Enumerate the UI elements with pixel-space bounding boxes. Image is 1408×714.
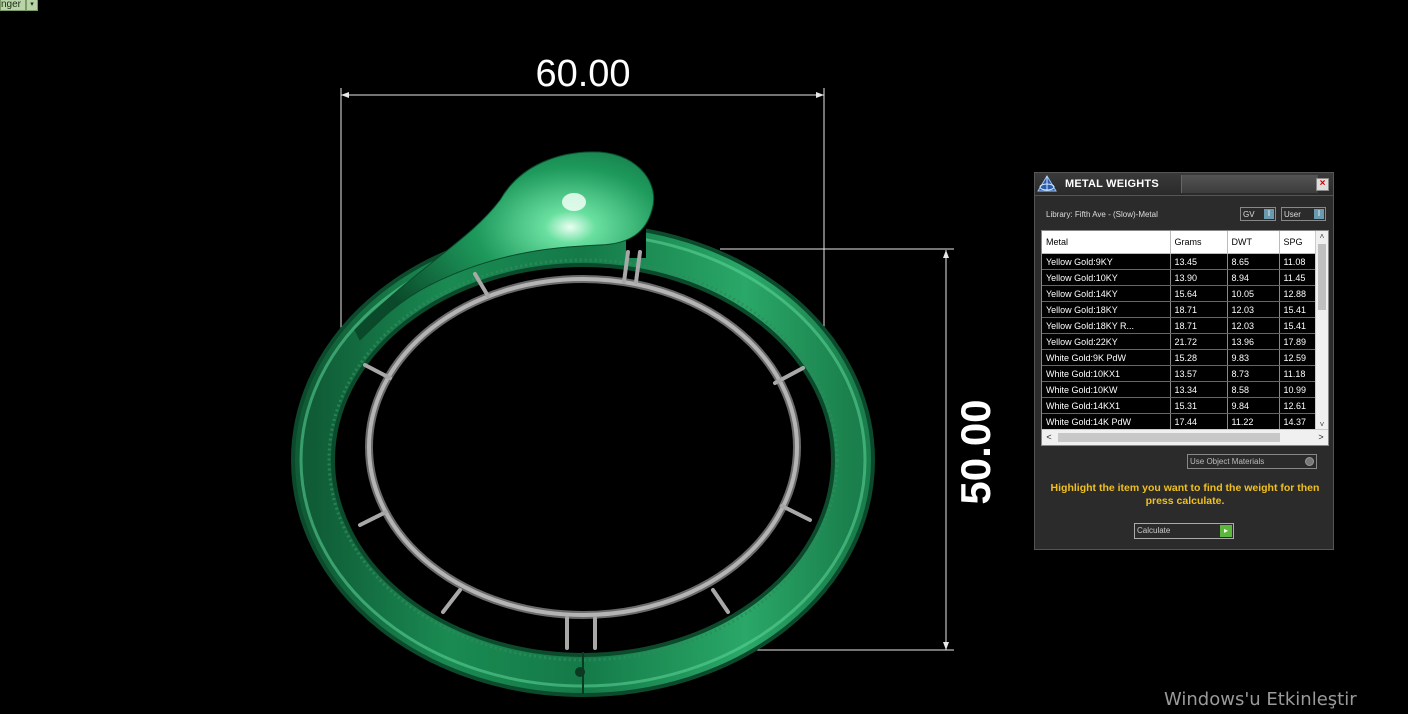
cell-metal: White Gold:10KX1 bbox=[1042, 365, 1171, 382]
cell-grams: 17.44 bbox=[1170, 413, 1228, 430]
gv-toggle-indicator: I bbox=[1264, 209, 1274, 219]
table-row[interactable]: White Gold:14KX1 15.31 9.84 12.61 bbox=[1042, 397, 1328, 414]
instruction-text: Highlight the item you want to find the … bbox=[1050, 482, 1320, 507]
close-icon[interactable]: × bbox=[1316, 178, 1329, 191]
scroll-left-icon[interactable]: < bbox=[1042, 430, 1056, 445]
table-row[interactable]: Yellow Gold:10KY 13.90 8.94 11.45 bbox=[1042, 269, 1328, 286]
cell-grams: 13.57 bbox=[1170, 365, 1228, 382]
calculate-label: Calculate bbox=[1137, 526, 1171, 535]
table-row[interactable]: White Gold:14K PdW 17.44 11.22 14.37 bbox=[1042, 413, 1328, 430]
cell-metal: Yellow Gold:18KY R... bbox=[1042, 317, 1171, 334]
library-label: Library: Fifth Ave - (Slow)-Metal bbox=[1046, 210, 1158, 219]
cell-metal: Yellow Gold:10KY bbox=[1042, 269, 1171, 286]
column-header-grams[interactable]: Grams bbox=[1170, 231, 1228, 254]
cell-dwt: 12.03 bbox=[1227, 317, 1280, 334]
user-toggle[interactable]: User I bbox=[1281, 207, 1326, 221]
cell-dwt: 9.84 bbox=[1227, 397, 1280, 414]
cell-grams: 15.64 bbox=[1170, 285, 1228, 302]
scroll-up-icon[interactable]: ˄ bbox=[1316, 231, 1328, 243]
calculate-button[interactable]: Calculate ▸ bbox=[1134, 523, 1234, 539]
metal-weights-table[interactable]: Metal Grams DWT SPG Yellow Gold:9KY 13.45… bbox=[1041, 230, 1329, 446]
user-toggle-label: User bbox=[1284, 210, 1301, 219]
cell-dwt: 8.65 bbox=[1227, 253, 1280, 270]
cell-grams: 21.72 bbox=[1170, 333, 1228, 350]
app-logo-icon bbox=[1035, 173, 1059, 195]
horizontal-scrollbar[interactable]: < > bbox=[1042, 429, 1328, 445]
cell-metal: Yellow Gold:9KY bbox=[1042, 253, 1171, 270]
table-row[interactable]: White Gold:10KW 13.34 8.58 10.99 bbox=[1042, 381, 1328, 398]
cell-metal: Yellow Gold:22KY bbox=[1042, 333, 1171, 350]
use-object-materials-label: Use Object Materials bbox=[1190, 457, 1265, 466]
table-row[interactable]: Yellow Gold:14KY 15.64 10.05 12.88 bbox=[1042, 285, 1328, 302]
column-header-dwt[interactable]: DWT bbox=[1227, 231, 1280, 254]
scroll-right-icon[interactable]: > bbox=[1314, 430, 1328, 445]
cell-grams: 18.71 bbox=[1170, 301, 1228, 318]
table-row[interactable]: Yellow Gold:18KY 18.71 12.03 15.41 bbox=[1042, 301, 1328, 318]
ring-model[interactable] bbox=[291, 151, 875, 697]
use-object-materials-toggle[interactable]: Use Object Materials bbox=[1187, 454, 1317, 469]
cell-metal: Yellow Gold:18KY bbox=[1042, 301, 1171, 318]
table-row[interactable]: White Gold:9K PdW 15.28 9.83 12.59 bbox=[1042, 349, 1328, 366]
column-header-metal[interactable]: Metal bbox=[1042, 231, 1171, 254]
cell-dwt: 13.96 bbox=[1227, 333, 1280, 350]
finger-size-combo[interactable]: nger ▾ bbox=[0, 0, 39, 11]
hscroll-thumb[interactable] bbox=[1058, 433, 1280, 442]
vertical-scrollbar[interactable]: ˄ ˅ bbox=[1315, 231, 1328, 431]
table-row[interactable]: Yellow Gold:18KY R... 18.71 12.03 15.41 bbox=[1042, 317, 1328, 334]
cell-grams: 15.31 bbox=[1170, 397, 1228, 414]
cell-metal: Yellow Gold:14KY bbox=[1042, 285, 1171, 302]
scroll-thumb[interactable] bbox=[1318, 244, 1326, 310]
cell-grams: 18.71 bbox=[1170, 317, 1228, 334]
cell-dwt: 12.03 bbox=[1227, 301, 1280, 318]
gv-toggle-label: GV bbox=[1243, 210, 1255, 219]
cell-grams: 13.45 bbox=[1170, 253, 1228, 270]
table-row[interactable]: Yellow Gold:9KY 13.45 8.65 11.08 bbox=[1042, 253, 1328, 270]
cell-metal: White Gold:10KW bbox=[1042, 381, 1171, 398]
table-row[interactable]: Yellow Gold:22KY 21.72 13.96 17.89 bbox=[1042, 333, 1328, 350]
cell-metal: White Gold:14KX1 bbox=[1042, 397, 1171, 414]
gv-toggle[interactable]: GV I bbox=[1240, 207, 1276, 221]
cell-metal: White Gold:14K PdW bbox=[1042, 413, 1171, 430]
chevron-down-icon[interactable]: ▾ bbox=[26, 0, 39, 11]
height-dimension-label: 50.00 bbox=[952, 399, 999, 504]
cell-dwt: 8.73 bbox=[1227, 365, 1280, 382]
panel-title: METAL WEIGHTS bbox=[1065, 178, 1159, 190]
cell-dwt: 8.94 bbox=[1227, 269, 1280, 286]
windows-activation-watermark: Windows'u Etkinleştir bbox=[1164, 689, 1357, 710]
title-bar-strip bbox=[1181, 175, 1318, 193]
cell-dwt: 11.22 bbox=[1227, 413, 1280, 430]
table-row[interactable]: White Gold:10KX1 13.57 8.73 11.18 bbox=[1042, 365, 1328, 382]
play-arrow-icon: ▸ bbox=[1220, 525, 1232, 537]
cell-metal: White Gold:9K PdW bbox=[1042, 349, 1171, 366]
width-dimension-label: 60.00 bbox=[535, 53, 630, 95]
cell-dwt: 10.05 bbox=[1227, 285, 1280, 302]
cell-grams: 13.90 bbox=[1170, 269, 1228, 286]
panel-title-bar[interactable]: METAL WEIGHTS × bbox=[1035, 173, 1333, 196]
metal-weights-panel: METAL WEIGHTS × Library: Fifth Ave - (Sl… bbox=[1034, 172, 1334, 550]
finger-size-value: nger bbox=[0, 0, 27, 11]
user-toggle-indicator: I bbox=[1314, 209, 1324, 219]
cell-dwt: 8.58 bbox=[1227, 381, 1280, 398]
cell-dwt: 9.83 bbox=[1227, 349, 1280, 366]
cell-grams: 13.34 bbox=[1170, 381, 1228, 398]
radio-indicator-icon bbox=[1305, 457, 1314, 466]
cell-grams: 15.28 bbox=[1170, 349, 1228, 366]
